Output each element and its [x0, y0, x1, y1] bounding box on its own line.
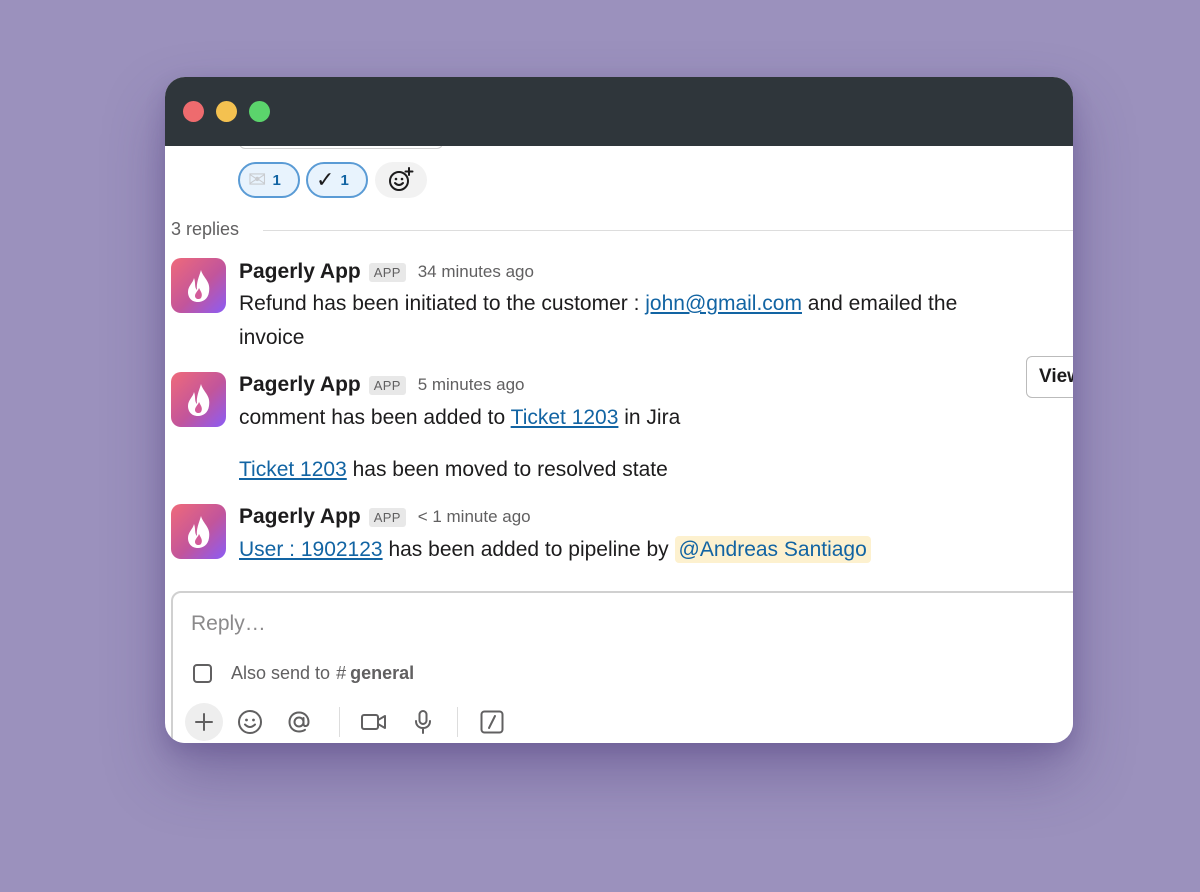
- slash-command-button[interactable]: [473, 703, 511, 741]
- app-badge: APP: [368, 262, 406, 282]
- flame-logo-icon: [187, 515, 209, 548]
- channel-name: general: [350, 663, 415, 683]
- maximize-window-button[interactable]: [249, 101, 270, 122]
- microphone-icon: [415, 710, 431, 734]
- message-body: comment has been added to Ticket 1203 in…: [239, 401, 680, 435]
- also-send-checkbox[interactable]: [193, 664, 212, 683]
- user-mention[interactable]: @Andreas Santiago: [674, 536, 871, 563]
- also-send-label: Also send to: [231, 663, 331, 683]
- user-link[interactable]: User : 1902123: [239, 538, 383, 561]
- ticket-link[interactable]: Ticket 1203: [511, 406, 619, 429]
- emoji-button[interactable]: [231, 703, 269, 741]
- message-body: Ticket 1203 has been moved to resolved s…: [239, 453, 668, 487]
- message-text: in Jira: [618, 406, 681, 429]
- reaction-count: 1: [272, 171, 281, 189]
- thread-panel: ✉ 1 ✓ 1 3 replies Pagerly App APP 34 min…: [165, 146, 1073, 743]
- window-titlebar: [165, 77, 1073, 146]
- app-badge: APP: [368, 375, 406, 395]
- ticket-link[interactable]: Ticket 1203: [239, 458, 347, 481]
- app-badge: APP: [368, 507, 406, 527]
- mention-button[interactable]: [280, 703, 318, 741]
- replies-divider: 3 replies: [171, 219, 1073, 241]
- message-text: has been moved to resolved state: [346, 458, 668, 481]
- hash-icon: #: [336, 663, 347, 683]
- also-send-option: Also send to # general: [193, 663, 414, 684]
- message-body: Refund has been initiated to the custome…: [239, 287, 1019, 355]
- slash-command-icon: [480, 710, 504, 734]
- flame-logo-icon: [187, 383, 209, 416]
- minimize-window-button[interactable]: [216, 101, 237, 122]
- reaction-checkmark[interactable]: ✓ 1: [306, 162, 368, 198]
- view-button[interactable]: View: [1026, 356, 1073, 398]
- replies-count: 3 replies: [171, 219, 240, 239]
- message-body: User : 1902123 has been added to pipelin…: [239, 533, 871, 567]
- slack-window: ✉ 1 ✓ 1 3 replies Pagerly App APP 34 min…: [165, 77, 1073, 743]
- emoji-icon: [238, 710, 262, 734]
- plus-button[interactable]: [185, 703, 223, 741]
- add-reaction-icon: [389, 167, 414, 191]
- previous-attachment-edge: [239, 146, 443, 149]
- envelope-icon: ✉: [248, 167, 267, 192]
- reaction-envelope[interactable]: ✉ 1: [238, 162, 300, 198]
- add-reaction-button[interactable]: [375, 162, 427, 198]
- sender-name[interactable]: Pagerly App: [239, 505, 361, 529]
- avatar[interactable]: [171, 258, 226, 313]
- timestamp[interactable]: 5 minutes ago: [418, 375, 525, 395]
- divider-line: [263, 230, 1073, 231]
- message-text: comment has been added to: [239, 406, 511, 429]
- reaction-count: 1: [340, 171, 349, 189]
- avatar[interactable]: [171, 504, 226, 559]
- checkmark-icon: ✓: [316, 167, 335, 192]
- toolbar-divider: [457, 707, 458, 737]
- email-link[interactable]: john@gmail.com: [645, 292, 802, 315]
- mention-icon: [288, 711, 310, 733]
- flame-logo-icon: [187, 269, 209, 302]
- close-window-button[interactable]: [183, 101, 204, 122]
- video-icon: [361, 714, 386, 730]
- reply-input[interactable]: [191, 609, 791, 639]
- timestamp[interactable]: 34 minutes ago: [418, 262, 534, 282]
- video-button[interactable]: [355, 703, 393, 741]
- sender-name[interactable]: Pagerly App: [239, 373, 361, 397]
- reply-composer: Also send to # general: [171, 591, 1073, 743]
- timestamp[interactable]: < 1 minute ago: [418, 507, 531, 527]
- message-text: Refund has been initiated to the custome…: [239, 292, 646, 315]
- message-text: has been added to pipeline by: [382, 538, 675, 561]
- sender-name[interactable]: Pagerly App: [239, 260, 361, 284]
- toolbar-divider: [339, 707, 340, 737]
- microphone-button[interactable]: [404, 703, 442, 741]
- plus-icon: [195, 713, 213, 731]
- avatar[interactable]: [171, 372, 226, 427]
